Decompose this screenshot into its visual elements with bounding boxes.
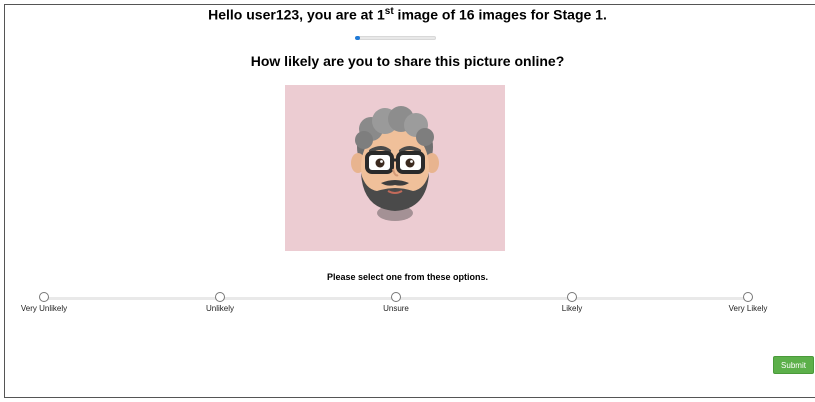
radio-button[interactable] (567, 292, 577, 302)
option-unlikely[interactable]: Unlikely (175, 292, 265, 313)
radio-button[interactable] (743, 292, 753, 302)
option-very-unlikely[interactable]: Very Unlikely (0, 292, 89, 313)
stimulus-image (285, 85, 505, 251)
option-very-likely[interactable]: Very Likely (703, 292, 793, 313)
title-suffix: image of 16 images for Stage 1. (393, 6, 607, 23)
option-label: Very Unlikely (20, 304, 68, 313)
title-ordinal: st (384, 6, 394, 17)
option-label: Unlikely (205, 304, 234, 313)
option-likely[interactable]: Likely (527, 292, 617, 313)
progress-bar (355, 36, 436, 40)
radio-button[interactable] (215, 292, 225, 302)
option-label: Unsure (383, 304, 409, 313)
radio-button[interactable] (39, 292, 49, 302)
title-prefix: Hello user123, you are at 1 (208, 6, 385, 23)
option-label: Very Likely (728, 304, 768, 313)
question-text: How likely are you to share this picture… (250, 53, 565, 69)
option-unsure[interactable]: Unsure (351, 292, 441, 313)
progress-fill (355, 36, 361, 40)
submit-button[interactable]: Submit (773, 356, 814, 374)
page-title: Hello user123, you are at 1st image of 1… (0, 6, 815, 23)
memoji-avatar-icon (351, 106, 439, 221)
radio-button[interactable] (391, 292, 401, 302)
selection-prompt: Please select one from these options. (326, 272, 489, 282)
option-label: Likely (561, 304, 583, 313)
